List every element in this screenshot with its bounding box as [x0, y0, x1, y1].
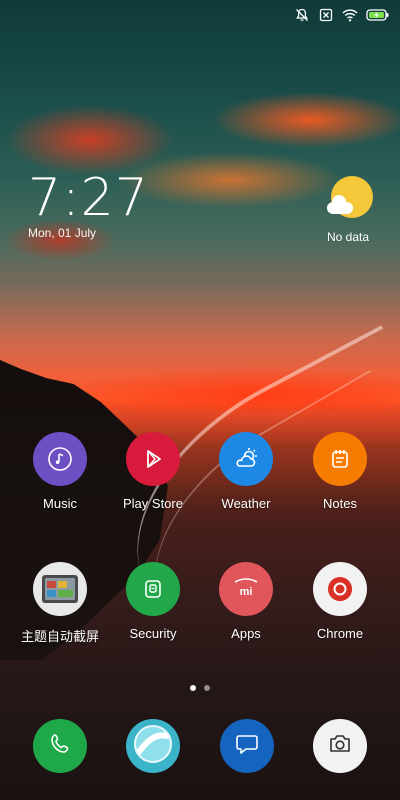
dock-browser[interactable] [126, 719, 180, 773]
app-label: Weather [221, 496, 271, 511]
dock-messages[interactable] [220, 719, 274, 773]
app-label: Security [129, 626, 177, 641]
app-label: Chrome [316, 626, 364, 641]
sim-off-icon [318, 8, 334, 22]
play-store-icon [126, 432, 180, 486]
page-dot-2[interactable] [204, 685, 210, 691]
svg-text:mi: mi [240, 586, 253, 598]
clock-time: 7:27 [28, 168, 149, 228]
app-music[interactable]: Music [15, 432, 105, 511]
page-dot-1[interactable] [190, 685, 196, 691]
app-play-store[interactable]: Play Store [108, 432, 198, 511]
music-icon [33, 432, 87, 486]
weather-status: No data [326, 230, 370, 244]
app-label: Play Store [123, 496, 183, 511]
message-icon [234, 731, 260, 762]
app-weather[interactable]: Weather [201, 432, 291, 511]
clock-widget[interactable]: 7:27 Mon, 01 July [28, 170, 149, 240]
app-label: Music [43, 496, 77, 511]
app-label: Apps [231, 626, 261, 641]
status-bar [294, 6, 390, 24]
chrome-icon [313, 562, 367, 616]
camera-icon [327, 731, 353, 762]
battery-charging-icon [366, 8, 390, 22]
security-icon [126, 562, 180, 616]
sun-cloud-icon [327, 176, 373, 218]
mi-apps-icon: mi [219, 562, 273, 616]
notes-icon [313, 432, 367, 486]
weather-widget[interactable]: No data [322, 176, 382, 244]
app-apps[interactable]: mi Apps [201, 562, 291, 641]
dock-camera[interactable] [313, 719, 367, 773]
app-notes[interactable]: Notes [295, 432, 385, 511]
browser-icon [133, 724, 173, 769]
clock-date: Mon, 01 July [28, 226, 97, 240]
wifi-icon [342, 8, 358, 22]
page-indicator [0, 685, 400, 691]
phone-icon [47, 731, 73, 762]
theme-screenshot-icon [33, 562, 87, 616]
weather-icon [219, 432, 273, 486]
app-label: Notes [323, 496, 357, 511]
dock-phone[interactable] [33, 719, 87, 773]
app-label: 主题自动截屏 [20, 629, 99, 644]
app-theme-screenshot[interactable]: 主题自动截屏 [15, 562, 105, 645]
app-chrome[interactable]: Chrome [295, 562, 385, 641]
mute-icon [294, 8, 310, 22]
app-security[interactable]: Security [108, 562, 198, 641]
